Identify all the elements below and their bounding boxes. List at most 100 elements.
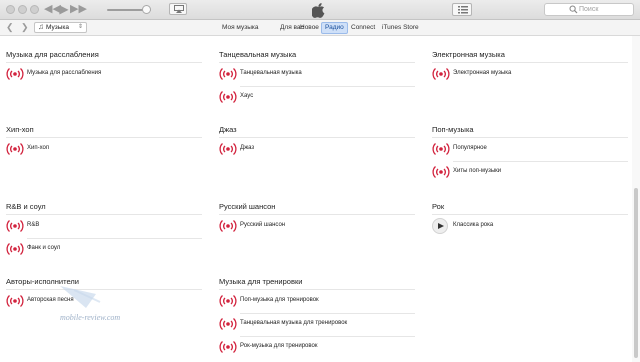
- radio-station-item[interactable]: Рок-музыка для тренировок: [219, 338, 415, 358]
- genre-title: Поп-музыка: [432, 125, 474, 134]
- radio-station-icon: [219, 341, 237, 353]
- radio-station-icon: [219, 143, 237, 155]
- radio-station-label: Поп-музыка для тренировок: [240, 297, 319, 303]
- radio-station-item[interactable]: Хиты поп-музыки: [432, 163, 628, 183]
- radio-station-label: Русский шансон: [240, 222, 286, 228]
- genre-title: R&B и соул: [6, 202, 46, 211]
- search-box[interactable]: [544, 3, 634, 16]
- radio-station-icon: [432, 68, 450, 80]
- tab-my-music[interactable]: Моя музыка: [222, 23, 258, 33]
- station-divider: [27, 238, 202, 239]
- minimize-window-button[interactable]: [18, 5, 27, 14]
- radio-station-label: Классика рока: [453, 222, 494, 228]
- genre-title: Музыка для расслабления: [6, 50, 99, 59]
- up-down-chevron-icon: ⇕: [77, 24, 83, 30]
- media-kind-label: Музыка: [46, 24, 69, 31]
- genre-title: Танцевальная музыка: [219, 50, 297, 59]
- radio-station-icon: [219, 68, 237, 80]
- title-bar: ◀◀ ▶ ▶▶: [0, 0, 640, 20]
- tab-new[interactable]: Новое: [300, 23, 319, 33]
- radio-station-icon: [219, 295, 237, 307]
- radio-station-item[interactable]: Фанк и соул: [6, 240, 202, 260]
- genre-divider: [432, 214, 628, 215]
- genre-divider: [6, 214, 202, 215]
- previous-track-button[interactable]: ◀◀: [44, 2, 61, 17]
- radio-station-label: Хаус: [240, 93, 254, 99]
- station-divider: [240, 313, 415, 314]
- radio-station-item[interactable]: Джаз: [219, 140, 415, 160]
- radio-station-label: Танцевальная музыка: [240, 70, 302, 76]
- play-icon: ▶: [59, 2, 69, 16]
- music-note-icon: ♫: [38, 22, 44, 31]
- radio-station-item[interactable]: Музыка для расслабления: [6, 65, 202, 85]
- volume-slider-knob[interactable]: [142, 5, 151, 14]
- station-divider: [453, 161, 628, 162]
- genre-divider: [6, 137, 202, 138]
- radio-station-label: Электронная музыка: [453, 70, 512, 76]
- radio-station-item[interactable]: Электронная музыка: [432, 65, 628, 85]
- radio-station-icon: [6, 243, 24, 255]
- radio-station-label: Фанк и соул: [27, 245, 61, 251]
- radio-station-icon: [219, 318, 237, 330]
- search-icon: [569, 5, 578, 14]
- media-kind-picker[interactable]: ♫ Музыка ⇕: [34, 22, 87, 33]
- search-input[interactable]: [579, 4, 629, 15]
- radio-station-item[interactable]: Классика рока: [432, 217, 628, 237]
- airplay-icon: [174, 5, 184, 13]
- radio-station-item[interactable]: Хип-хоп: [6, 140, 202, 160]
- radio-station-icon: [432, 166, 450, 178]
- forward-button[interactable]: ❯: [21, 22, 29, 33]
- genre-title: Электронная музыка: [432, 50, 505, 59]
- watermark-text: mobile-review.com: [60, 313, 121, 322]
- radio-station-label: Джаз: [240, 145, 255, 151]
- genre-divider: [219, 289, 415, 290]
- tab-itunes-store[interactable]: iTunes Store: [382, 23, 419, 33]
- genre-divider: [6, 62, 202, 63]
- play-button[interactable]: ▶: [57, 2, 71, 17]
- back-button[interactable]: ❮: [6, 22, 14, 33]
- genre-divider: [219, 214, 415, 215]
- genre-divider: [219, 137, 415, 138]
- station-divider: [240, 336, 415, 337]
- radio-station-item[interactable]: Популярное: [432, 140, 628, 160]
- scrollbar-thumb[interactable]: [634, 188, 638, 358]
- radio-station-label: Рок-музыка для тренировок: [240, 343, 318, 349]
- radio-station-item[interactable]: Хаус: [219, 88, 415, 108]
- genre-divider: [432, 62, 628, 63]
- radio-station-item[interactable]: Танцевальная музыка для тренировок: [219, 315, 415, 335]
- radio-station-icon: [6, 220, 24, 232]
- radio-station-label: Хиты поп-музыки: [453, 168, 502, 174]
- zoom-window-button[interactable]: [30, 5, 39, 14]
- watermark-logo: [60, 286, 101, 308]
- radio-station-label: Хип-хоп: [27, 145, 50, 151]
- radio-station-icon: [432, 143, 450, 155]
- close-window-button[interactable]: [6, 5, 15, 14]
- genre-title: Русский шансон: [219, 202, 276, 211]
- tab-connect[interactable]: Connect: [351, 23, 375, 33]
- genre-title: Джаз: [219, 125, 237, 134]
- airplay-button[interactable]: [169, 3, 187, 15]
- radio-station-label: Музыка для расслабления: [27, 70, 102, 76]
- up-next-list-button[interactable]: [452, 3, 472, 16]
- radio-station-label: Танцевальная музыка для тренировок: [240, 320, 348, 326]
- radio-station-item[interactable]: R&B: [6, 217, 202, 237]
- play-icon[interactable]: [432, 218, 448, 234]
- fast-forward-icon: ▶▶: [70, 3, 87, 15]
- genre-title: Рок: [432, 202, 445, 211]
- radio-station-item[interactable]: Русский шансон: [219, 217, 415, 237]
- radio-station-icon: [6, 68, 24, 80]
- radio-station-icon: [219, 220, 237, 232]
- radio-station-icon: [6, 143, 24, 155]
- apple-logo-icon: [312, 3, 325, 18]
- radio-station-item[interactable]: Поп-музыка для тренировок: [219, 292, 415, 312]
- genre-title: Хип-хоп: [6, 125, 34, 134]
- station-divider: [240, 86, 415, 87]
- next-track-button[interactable]: ▶▶: [70, 2, 87, 17]
- radio-station-icon: [6, 295, 24, 307]
- list-icon: [458, 6, 468, 14]
- navigation-bar: ❮ ❯ ♫ Музыка ⇕ Моя музыка Для вас Новое …: [0, 20, 640, 36]
- radio-station-item[interactable]: Танцевальная музыка: [219, 65, 415, 85]
- genre-divider: [219, 62, 415, 63]
- tab-radio[interactable]: Радио: [321, 22, 348, 34]
- radio-station-icon: [219, 91, 237, 103]
